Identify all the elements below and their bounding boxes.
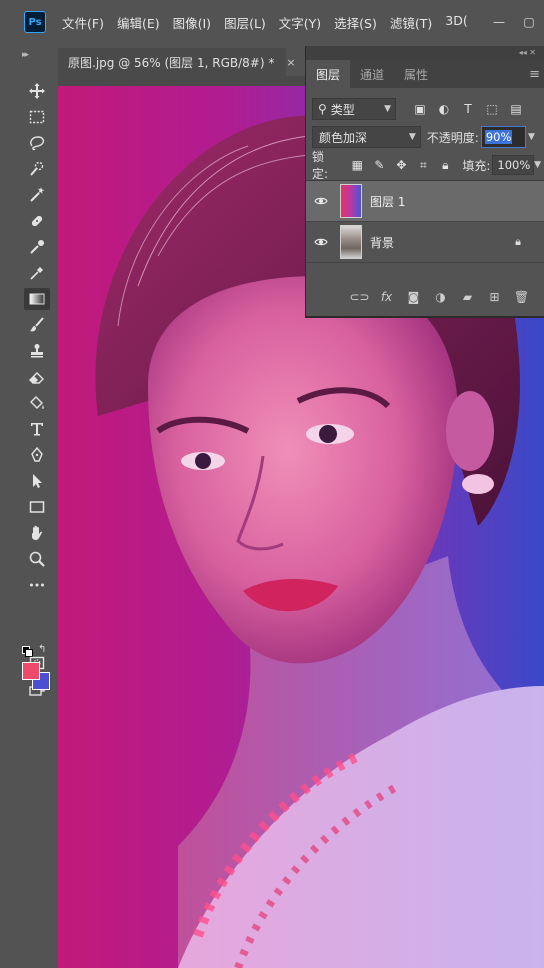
lock-position-icon[interactable]: ✥ — [390, 158, 412, 173]
layer-name[interactable]: 背景 — [370, 234, 394, 251]
filter-shape-icon[interactable]: ⬚ — [480, 102, 504, 116]
layers-panel-footer: ⊂⊃ fx ◙ ◑ ▰ ⊞ 🗑︎ — [306, 284, 544, 310]
layer-thumbnail — [340, 225, 362, 259]
adjustment-layer-icon[interactable]: ◑ — [427, 290, 454, 304]
layers-panel: ◂◂ ✕ 图层 通道 属性 ≡ ⚲ 类型 ▼ ▣ ◐ T ⬚ ▤ 颜色加深 ▼ … — [305, 46, 544, 318]
window-controls: — ▢ — [484, 12, 544, 32]
minimize-button[interactable]: — — [484, 12, 514, 32]
filter-type-icon[interactable]: T — [456, 102, 480, 116]
new-layer-icon[interactable]: ⊞ — [481, 290, 508, 304]
hand-tool-icon[interactable] — [24, 522, 50, 544]
filter-adjustment-icon[interactable]: ◐ — [432, 102, 456, 116]
lock-artboard-icon[interactable]: ⌗ — [412, 158, 434, 173]
healing-brush-icon[interactable] — [24, 210, 50, 232]
link-layers-icon[interactable]: ⊂⊃ — [346, 290, 373, 304]
type-tool-icon[interactable] — [24, 418, 50, 440]
chevron-down-icon: ▼ — [408, 132, 416, 142]
opacity-value: 90% — [484, 130, 513, 144]
pen-tool-icon[interactable] — [24, 444, 50, 466]
tab-channels[interactable]: 通道 — [350, 60, 394, 88]
layer-filter-select[interactable]: ⚲ 类型 ▼ — [312, 98, 396, 120]
filter-pixel-icon[interactable]: ▣ — [408, 102, 432, 116]
opacity-input[interactable]: 90% — [480, 126, 526, 148]
add-mask-icon[interactable]: ◙ — [400, 290, 427, 304]
menu-items: 文件(F) 编辑(E) 图像(I) 图层(L) 文字(Y) 选择(S) 滤镜(T… — [62, 13, 481, 32]
lock-icons: ▦ ✎ ✥ ⌗ 🔒︎ — [346, 158, 456, 173]
opacity-dropdown-icon[interactable]: ▼ — [528, 132, 541, 142]
layer-row-background[interactable]: 背景 🔒︎ — [306, 222, 544, 263]
eyedropper-icon[interactable] — [24, 236, 50, 258]
foreground-color-swatch[interactable] — [22, 662, 40, 680]
filter-icons: ▣ ◐ T ⬚ ▤ — [408, 102, 528, 116]
move-tool-icon[interactable] — [24, 80, 50, 102]
chevron-down-icon: ▼ — [384, 104, 391, 114]
paint-bucket-icon[interactable] — [24, 392, 50, 414]
layers-list: 图层 1 背景 🔒︎ — [306, 180, 544, 266]
menu-type[interactable]: 文字(Y) — [279, 13, 321, 32]
document-tab-title: 原图.jpg @ 56% (图层 1, RGB/8#) * — [68, 55, 275, 70]
toolbar-collapse-icon[interactable]: ▸▸ — [22, 50, 29, 60]
filter-smart-object-icon[interactable]: ▤ — [504, 102, 528, 116]
opacity-label: 不透明度: — [426, 130, 479, 145]
tools-panel: ▸▸ ↰ — [0, 44, 56, 968]
delete-layer-icon[interactable]: 🗑︎ — [508, 290, 535, 304]
magic-wand-icon[interactable] — [24, 184, 50, 206]
visibility-eye-icon[interactable] — [306, 196, 336, 206]
fill-value: 100% — [497, 158, 531, 172]
search-icon: ⚲ — [318, 102, 327, 116]
menu-file[interactable]: 文件(F) — [62, 13, 104, 32]
layer-name[interactable]: 图层 1 — [370, 193, 405, 210]
quick-selection-tool-icon[interactable] — [24, 158, 50, 180]
eraser-icon[interactable] — [24, 366, 50, 388]
fill-dropdown-icon[interactable]: ▼ — [534, 160, 541, 170]
maximize-button[interactable]: ▢ — [514, 12, 544, 32]
zoom-tool-icon[interactable] — [24, 548, 50, 570]
visibility-eye-icon[interactable] — [306, 237, 336, 247]
marquee-tool-icon[interactable] — [24, 106, 50, 128]
filter-kind-value: 类型 — [330, 102, 355, 117]
tab-layers[interactable]: 图层 — [306, 60, 351, 88]
menu-select[interactable]: 选择(S) — [334, 13, 377, 32]
menu-bar: Ps 文件(F) 编辑(E) 图像(I) 图层(L) 文字(Y) 选择(S) 滤… — [0, 0, 544, 44]
menu-edit[interactable]: 编辑(E) — [117, 13, 160, 32]
layer-filter-row: ⚲ 类型 ▼ ▣ ◐ T ⬚ ▤ — [312, 98, 544, 120]
panel-collapse-icon[interactable]: ◂◂ ✕ — [306, 46, 544, 60]
lock-transparency-icon[interactable]: ▦ — [346, 158, 368, 173]
document-tab[interactable]: 原图.jpg @ 56% (图层 1, RGB/8#) * × — [58, 48, 296, 76]
more-tools-icon[interactable] — [24, 574, 50, 596]
rectangle-tool-icon[interactable] — [24, 496, 50, 518]
layer-row-layer-1[interactable]: 图层 1 — [306, 181, 544, 222]
lasso-tool-icon[interactable] — [24, 132, 50, 154]
blend-mode-select[interactable]: 颜色加深 ▼ — [312, 126, 421, 148]
close-document-icon[interactable]: × — [286, 56, 295, 69]
layer-thumbnail — [340, 184, 362, 218]
blend-mode-value: 颜色加深 — [319, 130, 368, 145]
menu-layer[interactable]: 图层(L) — [224, 13, 266, 32]
tab-properties[interactable]: 属性 — [394, 60, 438, 88]
menu-filter[interactable]: 滤镜(T) — [390, 13, 432, 32]
fill-label: 填充: — [462, 158, 491, 173]
fill-input[interactable]: 100% — [492, 155, 535, 175]
lock-image-icon[interactable]: ✎ — [368, 158, 390, 173]
panel-tabs: 图层 通道 属性 ≡ — [306, 60, 544, 88]
gradient-tool-icon[interactable] — [24, 288, 50, 310]
brush-tool-icon[interactable] — [24, 314, 50, 336]
fx-icon[interactable]: fx — [373, 290, 400, 304]
blend-row: 颜色加深 ▼ 不透明度: 90% ▼ — [312, 125, 544, 149]
menu-3d[interactable]: 3D( — [445, 13, 467, 32]
panel-menu-icon[interactable]: ≡ — [529, 60, 544, 88]
clone-stamp-icon[interactable] — [24, 340, 50, 362]
path-selection-icon[interactable] — [24, 470, 50, 492]
lock-label: 锁定: — [312, 150, 329, 181]
new-group-icon[interactable]: ▰ — [454, 290, 481, 304]
lock-row: 锁定: ▦ ✎ ✥ ⌗ 🔒︎ 填充: 100% ▼ — [312, 150, 544, 181]
color-sampler-icon[interactable] — [24, 262, 50, 284]
layer-lock-icon: 🔒︎ — [515, 235, 521, 248]
photoshop-logo: Ps — [24, 11, 46, 33]
lock-all-icon[interactable]: 🔒︎ — [434, 158, 456, 173]
menu-image[interactable]: 图像(I) — [173, 13, 211, 32]
